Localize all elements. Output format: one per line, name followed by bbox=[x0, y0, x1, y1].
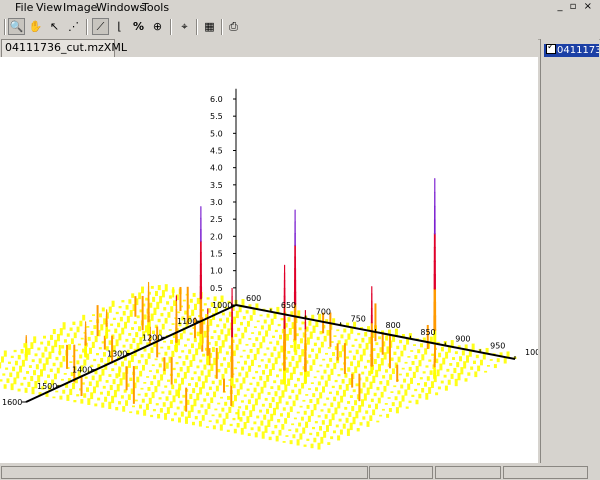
zoom-fit-button[interactable]: ⊕ bbox=[149, 18, 166, 35]
rt-tick-label: 1200 bbox=[142, 333, 162, 342]
percent-icon: % bbox=[132, 20, 145, 33]
toolbar-separator bbox=[4, 19, 6, 35]
mz-tick-label: 900 bbox=[455, 335, 470, 344]
spectrum-3d-plot[interactable]: 0.5 1.0 1.5 2.0 2.5 3.0 3.5 4.0 4.5 5.0 5.5 6.0 600 6… bbox=[0, 57, 545, 463]
percentage-button[interactable]: % bbox=[130, 18, 147, 35]
menu-view[interactable]: View bbox=[36, 1, 62, 15]
intensity-tick-label: 5.0 bbox=[210, 129, 223, 138]
rt-tick-label: 1300 bbox=[107, 350, 127, 359]
reset-zoom-button[interactable]: ⌖ bbox=[176, 18, 193, 35]
menu-bar: File View Image Windows Tools _ ▫ × bbox=[0, 0, 600, 16]
select-tool-button[interactable]: ↖ bbox=[46, 18, 63, 35]
mz-tick-label: 850 bbox=[420, 328, 435, 337]
mz-tick-label: 800 bbox=[386, 321, 401, 330]
toolbar: 🔍 ✋ ↖ ⋰ ⟋ ⌊ % ⊕ ⌖ ▦ ⎙ bbox=[0, 16, 600, 40]
log-scale-button[interactable]: ⌊ bbox=[111, 18, 128, 35]
menu-image[interactable]: Image bbox=[63, 1, 97, 15]
intensity-tick-label: 4.5 bbox=[210, 147, 223, 156]
intensity-tick-label: 2.5 bbox=[210, 215, 223, 224]
mz-tick-label: 700 bbox=[316, 308, 331, 317]
mz-tick-label: 1000 bbox=[525, 348, 538, 357]
rt-tick-label: 1500 bbox=[37, 382, 57, 391]
status-field bbox=[503, 466, 588, 479]
spectrum-3d-canvas[interactable]: 0.5 1.0 1.5 2.0 2.5 3.0 3.5 4.0 4.5 5.0 5.5 6.0 600 6… bbox=[0, 57, 545, 463]
arrow-cursor-icon: ↖ bbox=[49, 20, 60, 33]
linear-plot-icon: ⟋ bbox=[96, 19, 105, 33]
tab-spectrum-file[interactable]: 04111736_cut.mzXML bbox=[1, 39, 127, 57]
layer-label: 04111736_cut.mzXML bbox=[557, 45, 599, 56]
mz-tick-label: 750 bbox=[351, 314, 366, 323]
rt-tick-label: 1000 bbox=[212, 301, 232, 310]
mz-tick-label: 950 bbox=[490, 341, 505, 350]
zoom-tool-button[interactable]: 🔍 bbox=[8, 18, 25, 35]
menu-file[interactable]: File bbox=[15, 1, 33, 15]
layer-visible-checkbox[interactable] bbox=[546, 44, 556, 54]
log-plot-icon: ⌊ bbox=[117, 20, 122, 33]
rt-tick-label: 1600 bbox=[2, 398, 22, 407]
rt-tick-label: 1100 bbox=[177, 317, 197, 326]
grid-icon: ▦ bbox=[204, 20, 215, 33]
print-button[interactable]: ⎙ bbox=[225, 18, 242, 35]
toolbar-separator bbox=[221, 19, 223, 35]
grid-toggle-button[interactable]: ▦ bbox=[201, 18, 218, 35]
zoom-fit-icon: ⊕ bbox=[152, 20, 163, 33]
toolbar-separator bbox=[86, 19, 88, 35]
intensity-tick-label: 3.0 bbox=[210, 198, 223, 207]
intensity-tick-label: 0.5 bbox=[210, 284, 223, 293]
hand-icon: ✋ bbox=[28, 20, 43, 33]
crosshair-icon: ⌖ bbox=[181, 19, 188, 33]
rt-tick-label: 1400 bbox=[72, 366, 92, 375]
layers-panel: 04111736_cut.mzXML bbox=[540, 39, 599, 463]
intensity-tick-label: 2.0 bbox=[210, 232, 223, 241]
menu-tools[interactable]: Tools bbox=[142, 1, 169, 15]
tab-label: 04111736_cut.mzXML bbox=[5, 41, 127, 54]
status-field bbox=[435, 466, 501, 479]
menu-windows[interactable]: Windows bbox=[96, 1, 145, 15]
intensity-tick-label: 5.5 bbox=[210, 112, 223, 121]
intensity-tick-label: 1.5 bbox=[210, 250, 223, 259]
mz-tick-label: 600 bbox=[246, 294, 261, 303]
intensity-tick-label: 3.5 bbox=[210, 181, 223, 190]
measure-tool-button[interactable]: ⋰ bbox=[65, 18, 82, 35]
intensity-tick-label: 6.0 bbox=[210, 95, 223, 104]
window-controls[interactable]: _ ▫ × bbox=[557, 1, 594, 12]
mz-tick-label: 650 bbox=[281, 301, 296, 310]
toolbar-separator bbox=[170, 19, 172, 35]
dots-icon: ⋰ bbox=[68, 20, 79, 33]
status-message bbox=[1, 466, 368, 479]
linear-scale-button[interactable]: ⟋ bbox=[92, 18, 109, 35]
tab-bar: 04111736_cut.mzXML bbox=[0, 39, 538, 57]
magnifier-icon: 🔍 bbox=[9, 20, 24, 33]
status-bar bbox=[0, 465, 600, 480]
printer-icon: ⎙ bbox=[229, 19, 238, 33]
intensity-tick-label: 1.0 bbox=[210, 267, 223, 276]
layer-item[interactable]: 04111736_cut.mzXML bbox=[544, 44, 599, 57]
toolbar-separator bbox=[196, 19, 198, 35]
intensity-tick-label: 4.0 bbox=[210, 164, 223, 173]
pan-tool-button[interactable]: ✋ bbox=[27, 18, 44, 35]
status-field bbox=[369, 466, 433, 479]
